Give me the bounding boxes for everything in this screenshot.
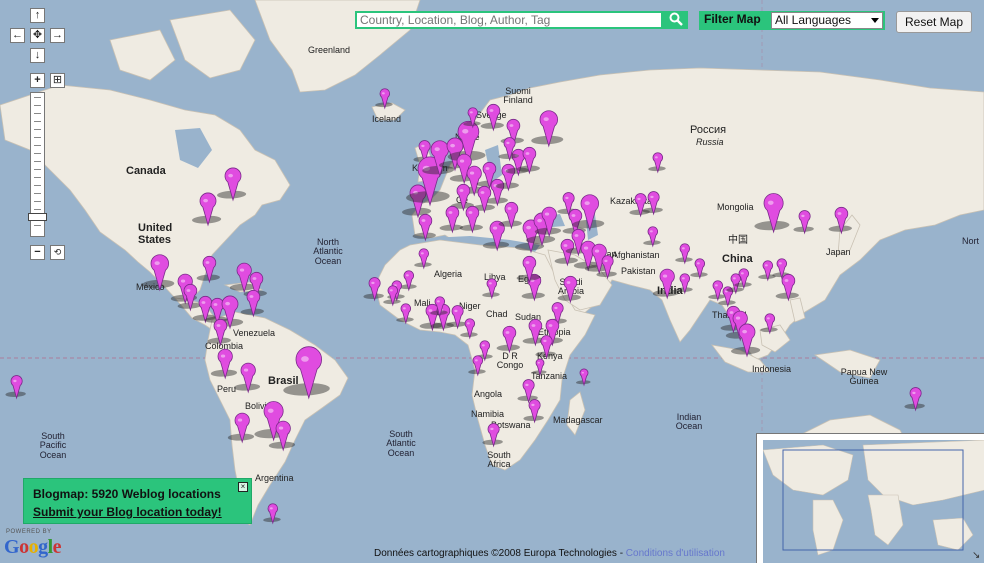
label-north-pacific-right: Nort [962,236,980,246]
label-indonesia: Indonesia [752,364,792,374]
label-algeria: Algeria [434,269,463,279]
pan-center-button[interactable]: ✥ [30,28,45,43]
pin-icon [482,278,500,300]
search-input[interactable] [355,11,663,29]
pin-icon [557,276,581,304]
pin-icon [375,88,393,110]
pan-down-button[interactable]: ↓ [30,48,45,63]
label-angola: Angola [474,389,503,399]
pin-icon [207,319,231,347]
submit-blog-link[interactable]: Submit your Blog location today! [33,505,222,519]
pin-icon [904,387,926,412]
filter-label: Filter Map [704,12,761,26]
pin-icon [648,152,666,174]
label-greenland: Greenland [308,45,351,55]
pin-icon [828,207,852,235]
chevron-down-icon [871,18,879,23]
label-peru: Peru [217,384,237,394]
pin-icon [227,412,254,444]
attribution-text: Données cartographiques ©2008 Europa Tec… [374,548,626,559]
zoom-slider-handle[interactable] [28,213,47,221]
zoom-fit-button[interactable]: ⊞ [50,73,65,88]
pin-icon [463,107,481,129]
map-attribution: Données cartographiques ©2008 Europa Tec… [374,548,725,559]
overview-toggle-icon[interactable]: ↘ [972,551,982,561]
label-indian-ocean: Indian Ocean [675,412,703,432]
label-papua-new-guinea: Papua New Guinea [840,367,888,387]
overview-map-base [763,440,984,556]
pin-icon [414,248,432,270]
label-chad: Chad [486,309,508,319]
pin-icon [383,285,401,307]
label-south-pacific: South Pacific Ocean [39,431,67,460]
pin-icon [535,335,557,360]
label-japan: Japan [826,247,851,257]
label-north-atlantic: North Atlantic Ocean [313,237,343,266]
pin-icon [675,243,693,265]
label-canada: Canada [126,165,166,177]
terms-of-use-link[interactable]: Conditions d'utilisation [626,548,725,559]
pin-icon [192,192,222,227]
pin-icon [572,194,605,232]
reset-map-button[interactable]: Reset Map [896,11,972,33]
pan-left-button[interactable]: ← [10,28,25,43]
blog-count-text: Blogmap: 5920 Weblog locations [33,487,221,501]
arctic-islands-land [169,9,256,79]
pin-icon [233,362,260,394]
pin-icon [240,290,264,318]
search-button[interactable] [663,11,688,29]
google-logo[interactable]: Google [4,536,62,559]
pin-icon [450,184,474,212]
label-russia-native: Россия [690,124,727,136]
pan-right-button[interactable]: → [50,28,65,43]
pin-icon [5,375,27,400]
pin-icon [596,255,618,280]
overview-map-view[interactable] [763,440,984,563]
pin-icon [482,423,504,448]
pin-icon [523,399,545,424]
arctic-islands-2-land [109,29,176,81]
label-united-states: United States [138,222,173,246]
pin-icon [643,226,661,248]
label-iceland: Iceland [372,114,402,124]
pin-icon [793,210,815,235]
label-mongolia: Mongolia [717,202,754,212]
label-china: China [722,253,753,265]
label-namibia: Namibia [471,409,505,419]
magnifier-icon [669,12,683,26]
language-select-value: All Languages [775,13,852,27]
label-russia: Russia [696,137,724,147]
pan-up-button[interactable]: ↑ [30,8,45,23]
pin-icon [576,368,591,387]
zoom-in-button[interactable]: + [30,73,45,88]
pin-icon [731,323,761,358]
language-select[interactable]: All Languages [771,12,883,29]
pin-icon [517,379,539,404]
pin-icon [263,503,281,525]
blogmap-info-box: Blogmap: 5920 Weblog locations Submit yo… [23,478,252,524]
pin-icon [532,358,547,377]
world-map[interactable]: Greenland Iceland Canada United States M… [0,0,984,563]
pin-icon [468,355,486,377]
label-argentina: Argentina [255,473,294,483]
pin-icon [430,296,448,318]
madagascar-land [566,391,586,436]
powered-by-text: POWERED BY [6,529,52,535]
pin-icon [283,346,331,400]
overview-map[interactable]: ↘ [756,433,984,563]
zoom-out-button[interactable]: − [30,245,45,260]
label-south-atlantic: South Atlantic Ocean [386,429,416,458]
pin-icon [775,274,799,302]
pin-icon [516,147,540,175]
label-south-africa: South Africa [487,450,511,470]
pin-icon [268,420,295,452]
label-china-native: 中国 [728,235,748,246]
pin-icon [516,256,540,284]
rotate-icon[interactable]: ⟲ [50,245,65,260]
close-icon[interactable]: × [238,482,248,492]
pin-icon [460,318,478,340]
label-suomi-finland: Suomi Finland [503,86,533,106]
pin-icon [531,110,564,148]
pin-icon [642,191,664,216]
